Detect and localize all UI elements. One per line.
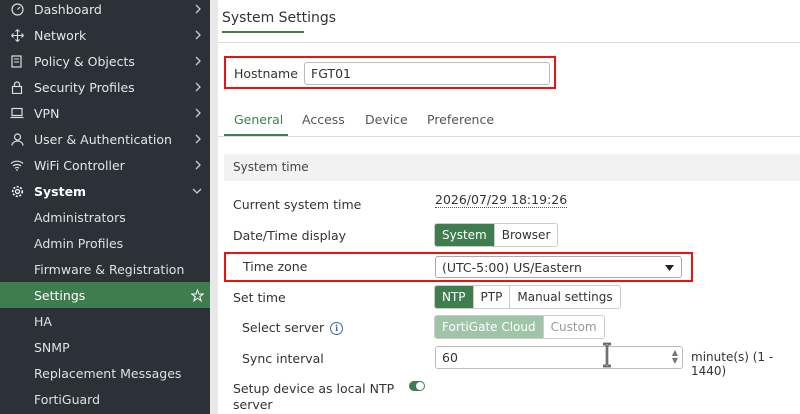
chevron-right-icon [194,100,202,126]
sidebar-subitem-label: Replacement Messages [34,365,182,381]
sidebar-item-label: Security Profiles [34,79,135,95]
select-server-label: Select server i [242,320,344,335]
current-time-label: Current system time [233,197,362,212]
sync-interval-value: 60 [442,350,458,365]
sidebar-item-label: User & Authentication [34,131,172,147]
sidebar-item-dashboard[interactable]: Dashboard [0,0,210,22]
tab-general[interactable]: General [234,112,283,127]
laptop-icon [10,106,24,120]
chevron-right-icon [194,22,202,48]
sidebar-item-label: VPN [34,105,60,121]
sidebar-scrollbar[interactable] [210,0,218,414]
toggle-knob [416,382,424,390]
select-server-text: Select server [242,320,325,335]
text-cursor-icon [600,342,614,371]
sidebar-item-system[interactable]: System [0,178,210,204]
timezone-value: (UTC-5:00) US/Eastern [442,259,582,275]
title-underline [222,31,304,33]
hostname-label: Hostname [234,66,298,81]
sidebar-subitem-replacement-messages[interactable]: Replacement Messages [0,360,210,386]
sidebar-item-label: Network [34,27,87,43]
display-system-option[interactable]: System [435,224,494,246]
sidebar-subitem-label: HA [34,313,52,329]
timezone-label: Time zone [243,259,308,274]
chevron-right-icon [194,0,202,22]
sidebar-subitem-admin-profiles[interactable]: Admin Profiles [0,230,210,256]
tab-preference[interactable]: Preference [427,112,494,127]
display-browser-option[interactable]: Browser [493,224,558,246]
dashboard-icon [10,2,24,16]
chevron-down-icon [192,178,202,204]
main-content: System Settings Hostname General Access … [218,0,800,414]
sidebar-item-label: Dashboard [34,1,102,17]
server-fortigate-cloud-option[interactable]: FortiGate Cloud [435,316,543,338]
chevron-right-icon [194,74,202,100]
policy-icon [10,54,24,68]
lock-icon [10,80,24,94]
sidebar-item-policy-objects[interactable]: Policy & Objects [0,48,210,74]
wifi-icon [10,158,24,172]
sidebar-item-label: System [34,183,87,199]
sidebar-subitem-label: SNMP [34,339,70,355]
sidebar-subitem-label: Firmware & Registration [34,261,185,277]
sidebar-item-security-profiles[interactable]: Security Profiles [0,74,210,100]
sidebar: Dashboard Network Policy & Objects Secur… [0,0,210,414]
caret-down-icon [665,257,674,279]
sidebar-subitem-ha[interactable]: HA [0,308,210,334]
chevron-right-icon [194,152,202,178]
sidebar-subitem-fortiguard[interactable]: FortiGuard [0,386,210,412]
section-header-system-time: System time [224,154,800,181]
hostname-input[interactable] [304,62,550,85]
set-time-label: Set time [233,290,286,305]
chevron-right-icon [194,126,202,152]
network-icon [10,28,24,42]
spinner-arrows-icon[interactable]: ▲ ▼ [672,349,678,365]
sync-interval-input[interactable]: 60 ▲ ▼ [435,346,683,369]
sidebar-subitem-administrators[interactable]: Administrators [0,204,210,230]
datetime-display-label: Date/Time display [233,228,347,243]
sidebar-item-vpn[interactable]: VPN [0,100,210,126]
select-server-toggle: FortiGate Cloud Custom [434,315,605,339]
tab-access[interactable]: Access [302,112,345,127]
chevron-right-icon [194,48,202,74]
current-time-value: 2026/07/29 18:19:26 [435,192,568,208]
sidebar-subitem-label: Settings [34,287,86,303]
local-ntp-label-line1: Setup device as local NTP [233,381,395,396]
sidebar-item-user-authentication[interactable]: User & Authentication [0,126,210,152]
gear-icon [10,184,24,198]
star-icon[interactable] [191,282,204,308]
sidebar-subitem-snmp[interactable]: SNMP [0,334,210,360]
sidebar-item-network[interactable]: Network [0,22,210,48]
tab-device[interactable]: Device [365,112,408,127]
sync-interval-suffix: minute(s) (1 - 1440) [691,350,774,378]
sidebar-item-label: Policy & Objects [34,53,135,69]
datetime-display-toggle: System Browser [434,223,559,247]
server-custom-option[interactable]: Custom [542,316,604,338]
sidebar-item-label: WiFi Controller [34,157,125,173]
user-icon [10,132,24,146]
sidebar-subitem-firmware-registration[interactable]: Firmware & Registration [0,256,210,282]
section-title: System time [233,160,309,174]
set-time-ptp-option[interactable]: PTP [472,286,510,308]
active-tab-underline [224,134,288,136]
set-time-ntp-option[interactable]: NTP [435,286,473,308]
sync-interval-label: Sync interval [242,351,324,366]
timezone-select[interactable]: (UTC-5:00) US/Eastern [435,256,682,278]
set-time-manual-option[interactable]: Manual settings [509,286,620,308]
sidebar-subitem-label: Administrators [34,209,126,225]
sidebar-subitem-label: Admin Profiles [34,235,124,251]
divider [218,42,800,43]
local-ntp-toggle[interactable] [409,381,425,391]
sidebar-subitem-settings[interactable]: Settings [0,282,210,308]
page-title: System Settings [222,10,337,26]
set-time-toggle: NTP PTP Manual settings [434,285,621,309]
sidebar-subitem-label: FortiGuard [34,391,101,407]
info-icon[interactable]: i [330,322,344,335]
tab-bar: General Access Device Preference [218,108,800,137]
local-ntp-label-line2: server [233,397,273,412]
sidebar-item-wifi-controller[interactable]: WiFi Controller [0,152,210,178]
